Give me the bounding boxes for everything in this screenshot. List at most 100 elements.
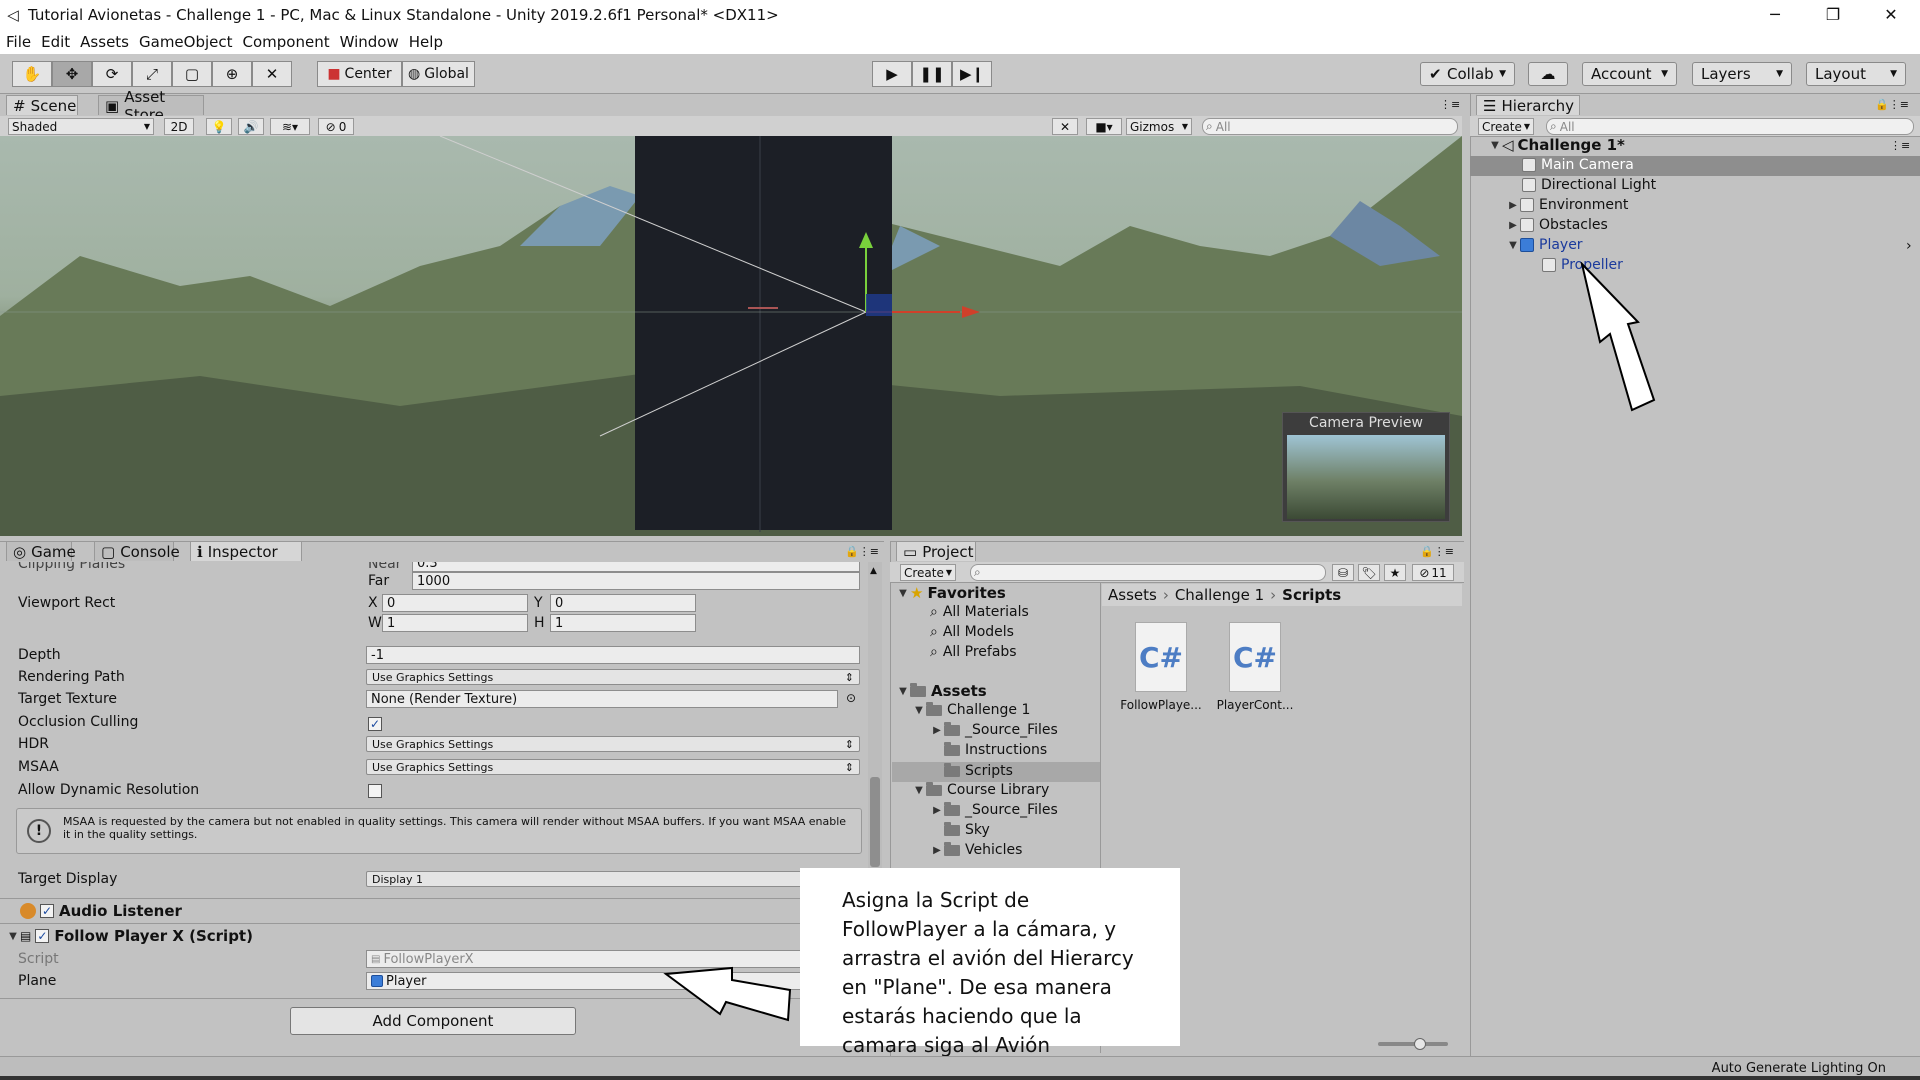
near-field[interactable]: 0.3 <box>412 562 860 572</box>
expand-arrow-icon[interactable]: ▶ <box>930 845 944 856</box>
target-display-dropdown[interactable]: Display 1⇕ <box>366 871 860 887</box>
lock-icon[interactable]: 🔒⋮≡ <box>845 545 879 558</box>
hierarchy-item-environment[interactable]: ▶ Environment <box>1506 197 1628 213</box>
add-component-button[interactable]: Add Component <box>290 1007 576 1035</box>
menu-gameobject[interactable]: GameObject <box>139 33 233 51</box>
filter-label-icon[interactable]: 🏷 <box>1358 564 1380 581</box>
tree-item-challenge-1[interactable]: ▼ Challenge 1 <box>912 701 1030 718</box>
move-tool-icon[interactable]: ✥ <box>52 61 92 87</box>
menu-file[interactable]: File <box>6 33 31 51</box>
expand-arrow-icon[interactable]: ▶ <box>1506 220 1520 231</box>
tab-asset-store[interactable]: ▣ Asset Store <box>98 88 204 124</box>
panel-menu-icon[interactable]: ⋮≡ <box>1440 98 1460 111</box>
tree-item-scripts[interactable]: Scripts <box>944 762 1013 779</box>
rotate-tool-icon[interactable]: ⟳ <box>92 61 132 87</box>
tab-scene[interactable]: # Scene <box>6 95 78 115</box>
expand-arrow-icon[interactable]: ▶ <box>930 805 944 816</box>
expand-arrow-icon[interactable]: ▶ <box>930 725 944 736</box>
hierarchy-item-obstacles[interactable]: ▶ Obstacles <box>1506 217 1608 233</box>
expand-arrow-icon[interactable]: ▼ <box>896 686 910 697</box>
assets-header[interactable]: ▼ Assets <box>896 682 987 700</box>
mode-2d-button[interactable]: 2D <box>164 118 194 135</box>
follow-player-checkbox[interactable]: ✓ <box>35 929 50 943</box>
hierarchy-search-input[interactable]: ⌕ All <box>1546 118 1914 135</box>
tree-item-sky[interactable]: Sky <box>944 821 990 838</box>
collab-dropdown[interactable]: ✔ Collab ▼ <box>1420 62 1515 86</box>
tab-hierarchy[interactable]: ☰ Hierarchy <box>1476 95 1580 115</box>
account-dropdown[interactable]: Account ▼ <box>1582 62 1677 86</box>
dynamic-resolution-checkbox[interactable] <box>368 784 382 802</box>
favorite-all-prefabs[interactable]: ⌕ All Prefabs <box>930 644 1017 660</box>
expand-arrow-icon[interactable]: ▼ <box>1488 140 1502 151</box>
tab-project[interactable]: ▭ Project <box>896 541 976 561</box>
msaa-dropdown[interactable]: Use Graphics Settings ⇕ <box>366 759 860 775</box>
shading-mode-dropdown[interactable]: Shaded ▼ <box>8 118 154 135</box>
viewport-w-field[interactable]: 1 <box>382 614 528 632</box>
tree-item-course-library[interactable]: ▼ Course Library <box>912 781 1049 798</box>
expand-arrow-icon[interactable]: ▶ <box>1506 200 1520 211</box>
lock-icon[interactable]: 🔒⋮≡ <box>1420 545 1454 558</box>
hierarchy-item-directional-light[interactable]: Directional Light <box>1522 177 1656 193</box>
tree-item-instructions[interactable]: Instructions <box>944 741 1047 758</box>
rendering-path-dropdown[interactable]: Use Graphics Settings ⇕ <box>366 669 860 685</box>
menu-window[interactable]: Window <box>340 33 399 51</box>
scene-search-input[interactable]: ⌕ All <box>1202 118 1458 135</box>
close-icon[interactable]: ✕ <box>1862 0 1920 29</box>
project-hidden-toggle[interactable]: ⊘ 11 <box>1412 564 1454 581</box>
tools-icon[interactable]: ✕ <box>1052 118 1078 135</box>
audio-listener-header[interactable]: ✓ Audio Listener <box>20 902 182 920</box>
depth-field[interactable]: -1 <box>366 646 860 664</box>
far-field[interactable]: 1000 <box>412 572 860 590</box>
custom-tool-icon[interactable]: ✕ <box>252 61 292 87</box>
hierarchy-item-main-camera[interactable]: Main Camera <box>1522 157 1634 173</box>
step-button[interactable]: ▶❙ <box>952 61 992 87</box>
zoom-slider-thumb[interactable] <box>1414 1038 1426 1050</box>
hierarchy-scene-root[interactable]: ▼ ◁ Challenge 1* <box>1488 136 1625 154</box>
target-texture-field[interactable]: None (Render Texture) <box>366 690 838 708</box>
favorite-all-models[interactable]: ⌕ All Models <box>930 624 1014 640</box>
tree-item-source-files-2[interactable]: ▶ _Source_Files <box>930 801 1058 818</box>
global-button[interactable]: ◍ Global <box>402 61 475 87</box>
hierarchy-item-player[interactable]: ▼ Player <box>1506 237 1582 253</box>
lock-icon[interactable]: 🔒⋮≡ <box>1875 98 1909 111</box>
viewport-y-field[interactable]: 0 <box>550 594 696 612</box>
menu-assets[interactable]: Assets <box>80 33 129 51</box>
lighting-toggle-icon[interactable]: 💡 <box>206 118 232 135</box>
object-picker-icon[interactable]: ⊙ <box>846 691 856 705</box>
pause-button[interactable]: ❚❚ <box>912 61 952 87</box>
gizmos-dropdown[interactable]: Gizmos ▼ <box>1126 118 1192 135</box>
breadcrumb-item[interactable]: Assets <box>1108 586 1157 604</box>
rect-tool-icon[interactable]: ▢ <box>172 61 212 87</box>
project-create-dropdown[interactable]: Create ▼ <box>900 564 956 581</box>
expand-arrow-icon[interactable]: ▼ <box>896 588 910 599</box>
favorites-header[interactable]: ▼ ★ Favorites <box>896 584 1006 602</box>
expand-arrow-icon[interactable]: ▼ <box>1506 240 1520 251</box>
expand-arrow-icon[interactable]: ▼ <box>912 785 926 796</box>
expand-arrow-icon[interactable]: ▼ <box>6 931 20 942</box>
menu-help[interactable]: Help <box>409 33 443 51</box>
chevron-right-icon[interactable]: › <box>1906 238 1912 254</box>
tree-item-source-files[interactable]: ▶ _Source_Files <box>930 721 1058 738</box>
favorite-all-materials[interactable]: ⌕ All Materials <box>930 604 1029 620</box>
scene-menu-icon[interactable]: ⋮≡ <box>1890 139 1910 152</box>
breadcrumb-item[interactable]: Challenge 1 <box>1175 586 1264 604</box>
scrollbar-thumb[interactable] <box>870 777 880 867</box>
favorite-star-icon[interactable]: ★ <box>1384 564 1406 581</box>
pivot-center-button[interactable]: ■ Center <box>317 61 402 87</box>
expand-arrow-icon[interactable]: ▼ <box>912 705 926 716</box>
file-item-playercontroller[interactable]: C# PlayerCont... <box>1214 622 1296 712</box>
follow-player-header[interactable]: ▼ ▤ ✓ Follow Player X (Script) <box>6 927 253 945</box>
scene-viewport[interactable]: Camera Preview <box>0 136 1462 536</box>
audio-toggle-icon[interactable]: 🔊 <box>238 118 264 135</box>
hierarchy-create-dropdown[interactable]: Create ▼ <box>1478 118 1534 135</box>
cloud-button[interactable]: ☁ <box>1528 62 1568 86</box>
occlusion-culling-checkbox[interactable]: ✓ <box>368 716 382 732</box>
transform-tool-icon[interactable]: ⊕ <box>212 61 252 87</box>
hidden-objects-toggle[interactable]: ⊘ 0 <box>318 118 354 135</box>
tree-item-vehicles[interactable]: ▶ Vehicles <box>930 841 1022 858</box>
project-search-input[interactable]: ⌕ <box>970 564 1326 581</box>
tab-game[interactable]: ◎ Game <box>6 541 76 561</box>
restore-icon[interactable]: ❐ <box>1804 0 1862 29</box>
effects-dropdown-icon[interactable]: ≋▾ <box>270 118 310 135</box>
play-button[interactable]: ▶ <box>872 61 912 87</box>
